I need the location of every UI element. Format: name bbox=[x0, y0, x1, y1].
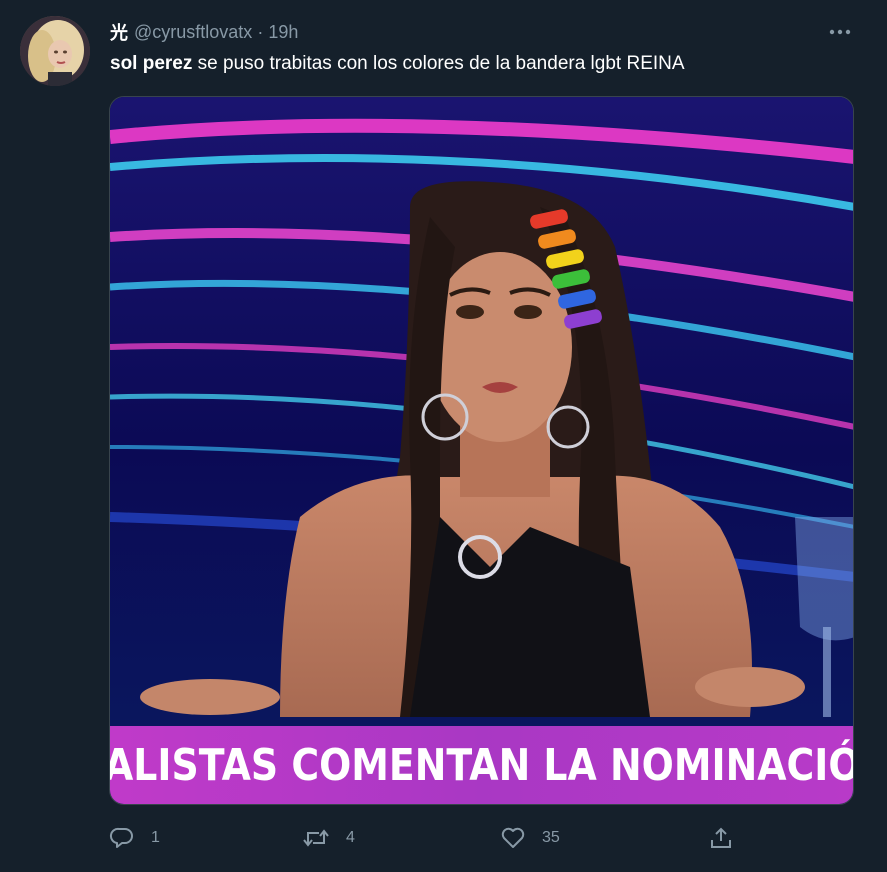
separator-dot: · bbox=[257, 21, 264, 42]
tweet-text-bold: sol perez bbox=[110, 53, 193, 74]
more-horizontal-icon bbox=[829, 29, 851, 35]
tweet-actions: 1 4 35 bbox=[0, 822, 887, 854]
reply-count: 1 bbox=[151, 829, 160, 846]
heart-icon bbox=[501, 827, 525, 848]
avatar[interactable] bbox=[20, 16, 90, 86]
tweet-text-body: se puso trabitas con los colores de la b… bbox=[192, 53, 685, 74]
retweet-button[interactable]: 4 bbox=[302, 822, 355, 854]
tweet-media-image[interactable]: ALISTAS COMENTAN LA NOMINACIÓN ESPO bbox=[109, 96, 854, 805]
more-options-button[interactable] bbox=[826, 18, 854, 46]
reply-button[interactable]: 1 bbox=[109, 822, 160, 854]
tv-caption-banner: ALISTAS COMENTAN LA NOMINACIÓN ESPO bbox=[110, 726, 853, 804]
avatar-image bbox=[20, 16, 90, 86]
retweet-icon bbox=[303, 829, 329, 847]
media-photo bbox=[110, 97, 853, 804]
like-count: 35 bbox=[542, 829, 560, 846]
share-button[interactable] bbox=[708, 822, 734, 854]
tv-caption-text: ALISTAS COMENTAN LA NOMINACIÓN ESPO bbox=[110, 739, 853, 791]
user-handle[interactable]: @cyrusftlovatx bbox=[134, 22, 252, 43]
tweet-header: 光 @cyrusftlovatx · 19h bbox=[110, 19, 298, 45]
retweet-count: 4 bbox=[346, 829, 355, 846]
tweet-text: sol perez se puso trabitas con los color… bbox=[110, 52, 685, 76]
like-button[interactable]: 35 bbox=[500, 822, 560, 854]
tweet[interactable]: 光 @cyrusftlovatx · 19h sol perez se puso… bbox=[0, 0, 887, 872]
share-icon bbox=[711, 827, 731, 848]
reply-icon bbox=[109, 827, 133, 848]
display-name[interactable]: 光 bbox=[110, 19, 128, 45]
timestamp[interactable]: 19h bbox=[268, 22, 298, 43]
